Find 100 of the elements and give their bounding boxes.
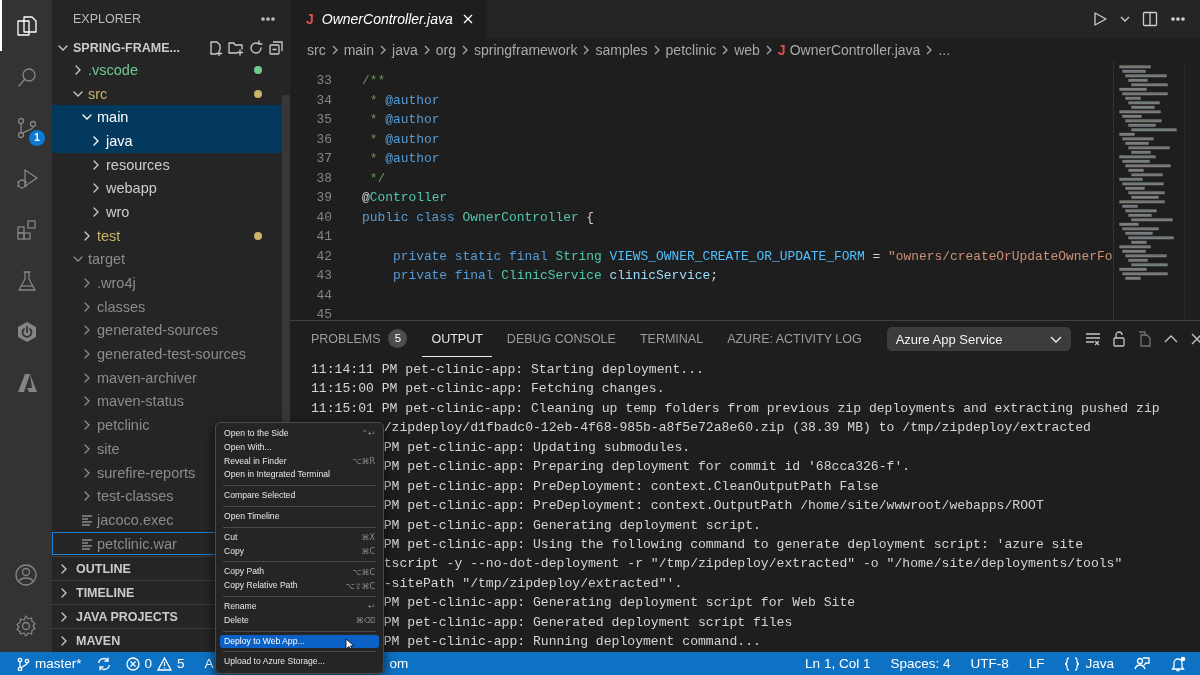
line-number: 41 xyxy=(315,228,332,246)
breadcrumb-item[interactable]: springframework xyxy=(473,42,578,58)
line-number: 39 xyxy=(315,189,332,207)
menu-item[interactable]: Open Timeline xyxy=(220,510,379,524)
folder-item[interactable]: resources xyxy=(52,152,282,177)
panel-tab[interactable]: PROBLEMS 5 xyxy=(302,321,417,357)
breadcrumb-item[interactable]: org xyxy=(435,42,456,58)
line-number: 37 xyxy=(315,150,332,168)
menu-item[interactable]: Open to the Side ⌃↩ xyxy=(220,427,379,441)
feedback-icon[interactable] xyxy=(1134,655,1150,672)
clear-output-icon[interactable] xyxy=(1084,331,1101,347)
lock-icon[interactable] xyxy=(1110,331,1127,347)
menu-item[interactable]: Upload to Azure Storage... xyxy=(220,655,379,670)
folder-item[interactable]: src xyxy=(52,81,282,106)
line-number: 40 xyxy=(315,208,332,227)
code-line: */ xyxy=(368,169,386,188)
copy-icon[interactable] xyxy=(1136,331,1153,347)
folder-item[interactable]: webapp xyxy=(52,176,282,201)
line-number: 38 xyxy=(315,169,332,188)
breadcrumb-item[interactable]: src xyxy=(307,42,326,58)
status-item[interactable]: UTF-8 xyxy=(970,656,1009,671)
breadcrumb-item[interactable]: java xyxy=(392,42,418,58)
menu-item[interactable]: Open in Integrated Terminal xyxy=(220,468,379,483)
breadcrumb-item[interactable]: ... xyxy=(938,42,951,58)
run-icon[interactable] xyxy=(1092,11,1108,27)
status-item[interactable]: Spaces: 4 xyxy=(890,656,951,671)
folder-item[interactable]: test xyxy=(52,223,282,248)
folder-item[interactable]: wro xyxy=(52,200,282,224)
menu-item[interactable]: Cut ⌘X xyxy=(220,530,379,545)
code-line: @Controller xyxy=(362,189,448,207)
menu-item[interactable]: Compare Selected xyxy=(220,489,379,503)
output-line: PM pet-clinic-app: PreDeployment: context.OutputPath /home/site/wwwroot/webapps/ROOT xyxy=(383,497,1044,516)
folder-item[interactable]: generated-sources xyxy=(52,318,282,343)
output-line: PM pet-clinic-app: Running deployment command... xyxy=(383,633,761,652)
branch-item[interactable]: master* xyxy=(16,656,82,671)
new-file-icon[interactable] xyxy=(208,40,224,56)
sync-icon[interactable] xyxy=(95,655,112,672)
panel-tab[interactable]: DEBUG CONSOLE xyxy=(497,321,625,357)
panel-tab[interactable]: OUTPUT xyxy=(422,321,492,357)
power-icon xyxy=(15,319,39,344)
output-line: 11:15:00 PM pet-clinic-app: Fetching changes. xyxy=(311,380,665,399)
breadcrumb-item[interactable]: web xyxy=(734,42,760,58)
folder-title[interactable]: SPRING-FRAME... xyxy=(73,41,204,55)
output-line: -sitePath "/tmp/zipdeploy/extracted"'. xyxy=(383,574,683,593)
breadcrumb-item[interactable]: J OwnerController.java xyxy=(777,42,921,58)
line-number: 33 xyxy=(315,72,332,90)
line-number: 44 xyxy=(315,286,332,305)
problems-item[interactable]: 0 5 xyxy=(125,656,185,671)
code-line: private final ClinicService clinicService; xyxy=(391,267,718,285)
output-line: /zipdeploy/d1fbadc0-12eb-4f68-985b-a8f5e72a8e60.zip (38.39 MB) to /tmp/zipdeploy/extracted xyxy=(383,419,1091,438)
output-line: PM pet-clinic-app: Using the following command to generate deployment script: 'azure site xyxy=(383,535,1084,554)
folder-item[interactable]: .wro4j xyxy=(52,271,282,295)
output-line: tscript -y --no-dot-deployment -r "/tmp/zipdeploy/extracted" -o "/home/site/deployments/tools" xyxy=(383,555,1123,574)
folder-item[interactable]: target xyxy=(52,247,282,272)
status-item[interactable]: om xyxy=(389,656,409,671)
language-item[interactable]: Java xyxy=(1064,656,1114,671)
chevron-down-icon[interactable] xyxy=(1120,14,1130,24)
breadcrumb-item[interactable]: main xyxy=(343,42,375,58)
split-editor-icon[interactable] xyxy=(1142,11,1158,27)
folder-item[interactable]: .vscode xyxy=(52,58,282,82)
folder-item[interactable]: main xyxy=(52,105,282,130)
status-item[interactable]: LF xyxy=(1028,656,1045,671)
collapse-all-icon[interactable] xyxy=(268,40,284,56)
editor-tab[interactable]: J OwnerController.java xyxy=(290,0,487,38)
new-folder-icon[interactable] xyxy=(228,40,244,56)
status-item[interactable]: A xyxy=(204,656,214,671)
line-number: 43 xyxy=(315,267,332,285)
breadcrumb-item[interactable]: samples xyxy=(595,42,648,58)
folder-item[interactable]: generated-test-sources xyxy=(52,342,282,366)
output-line: PM pet-clinic-app: Generating deployment script. xyxy=(383,516,761,535)
panel-tab[interactable]: TERMINAL xyxy=(630,321,713,357)
file-lines-icon xyxy=(81,513,93,526)
output-line: PM pet-clinic-app: Generating deployment script for Web Site xyxy=(383,594,856,613)
folder-item[interactable]: java xyxy=(52,129,282,153)
channel-dropdown[interactable]: Azure App Service xyxy=(886,327,1071,351)
output-line: PM pet-clinic-app: Preparing deployment for commit id '68cca326-f'. xyxy=(383,458,911,477)
menu-item[interactable]: Reveal in Finder ⌥⌘R xyxy=(220,454,379,469)
status-item[interactable]: Ln 1, Col 1 xyxy=(805,656,871,671)
code-line: /** xyxy=(362,72,386,90)
breadcrumb-item[interactable]: petclinic xyxy=(665,42,717,58)
branch-icon xyxy=(16,656,30,671)
folder-item[interactable]: maven-archiver xyxy=(52,365,282,390)
line-number: 35 xyxy=(315,111,332,129)
bell-icon[interactable] xyxy=(1170,655,1186,672)
folder-item[interactable]: classes xyxy=(52,294,282,319)
code-line: * @author xyxy=(368,150,440,168)
line-number: 36 xyxy=(315,130,332,149)
panel-tab[interactable]: AZURE: ACTIVITY LOG xyxy=(718,321,871,357)
line-number: 42 xyxy=(315,247,332,266)
line-number: 34 xyxy=(315,91,332,110)
activity-tab[interactable]: 1 xyxy=(0,102,52,153)
file-lines-icon xyxy=(81,537,93,550)
menu-item[interactable]: Open With... xyxy=(220,440,379,455)
folder-item[interactable]: maven-status xyxy=(52,389,282,414)
code-line: private static final String VIEWS_OWNER_CREATE_OR_UPDATE_FORM = "owners/createOrUpdateOwnerFo xyxy=(391,247,1113,266)
count-badge: 5 xyxy=(388,329,408,348)
menu-item[interactable]: Deploy to Web App... xyxy=(220,634,379,649)
account-icon[interactable] xyxy=(14,562,40,589)
refresh-icon[interactable] xyxy=(248,40,264,56)
menu-item[interactable]: Copy ⌘C xyxy=(220,544,379,559)
